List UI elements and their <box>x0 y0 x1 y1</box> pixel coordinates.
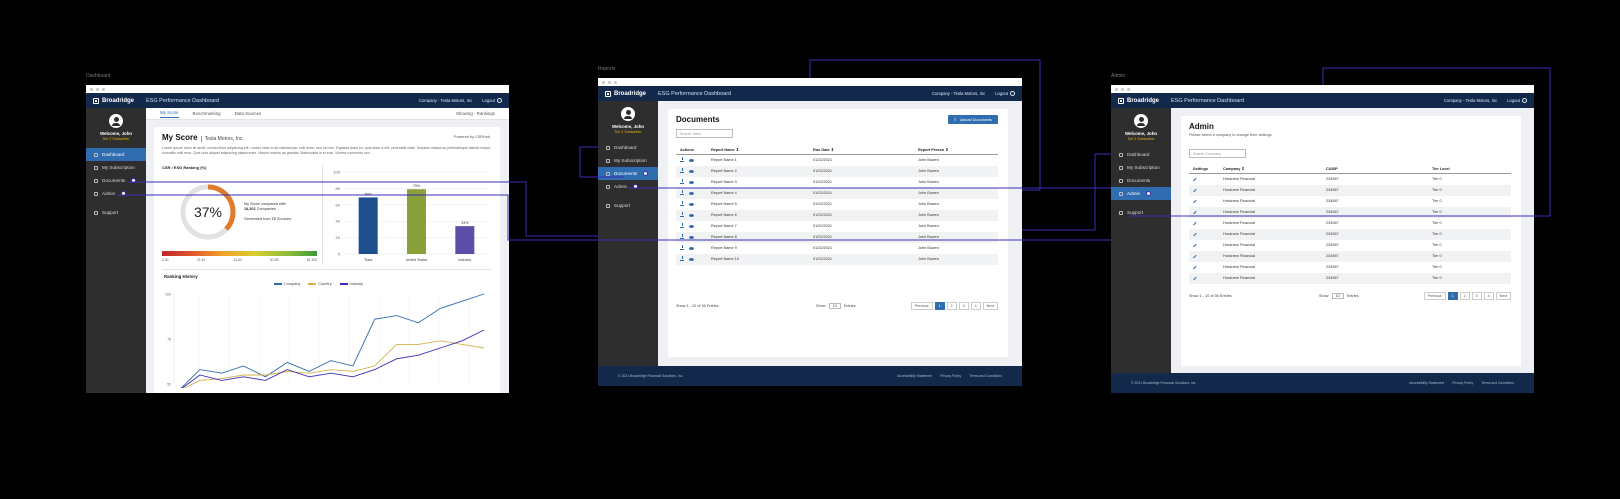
flow-line <box>809 59 1041 191</box>
flow-line <box>1022 153 1111 231</box>
flow-line <box>1130 67 1551 217</box>
flow-line <box>127 181 598 237</box>
flow-line <box>579 146 624 178</box>
prototype-flow-lines <box>117 59 1551 241</box>
flow-line <box>117 194 520 241</box>
